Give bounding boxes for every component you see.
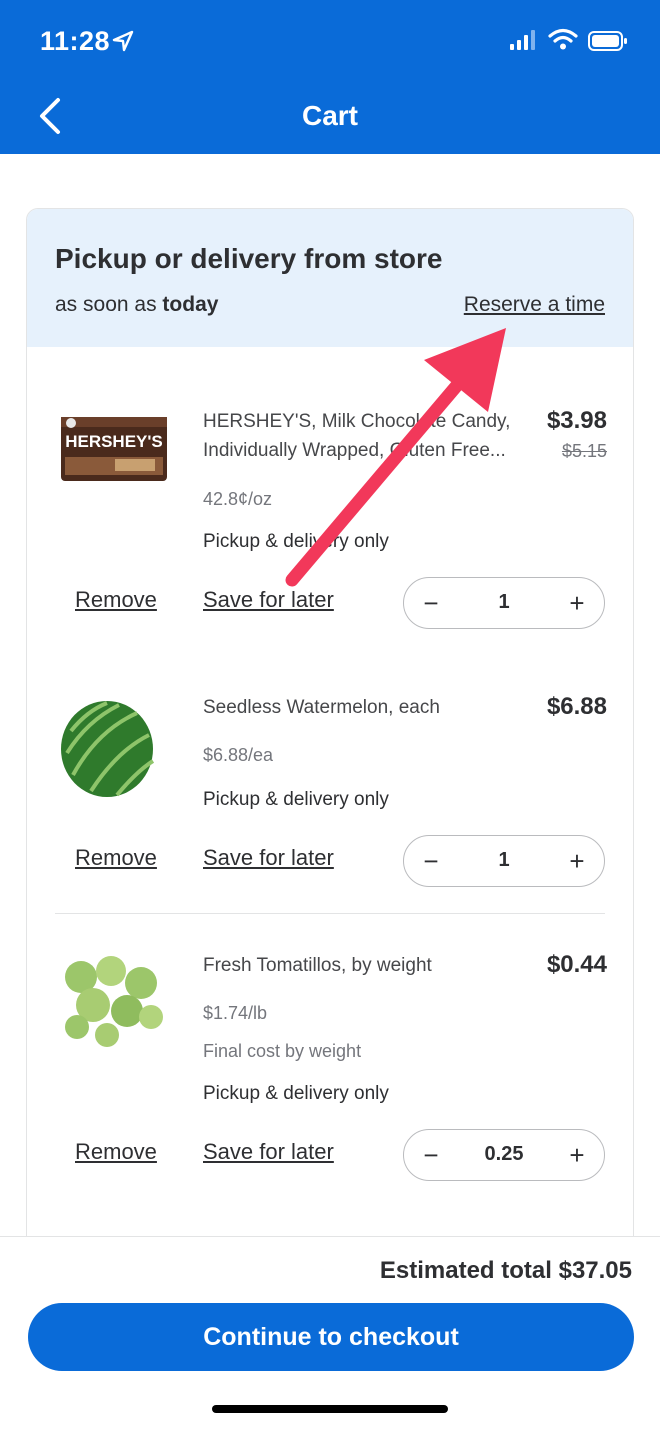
reserve-time-link[interactable]: Reserve a time <box>464 293 605 317</box>
continue-to-checkout-button[interactable]: Continue to checkout <box>28 1303 634 1371</box>
fulfillment-banner: Pickup or delivery from store as soon as… <box>27 209 633 347</box>
item-unit-price: $1.74/lb <box>203 1003 268 1023</box>
item-price: $6.88 <box>546 693 607 720</box>
save-for-later-button[interactable]: Save for later <box>203 845 334 871</box>
cart-item-hersheys: HERSHEY'S HERSHEY'S, Milk Chocolate Cand… <box>27 347 633 647</box>
quantity-stepper: − 1 + <box>403 835 605 887</box>
item-weight-note: Final cost by weight <box>203 1041 362 1061</box>
item-name: HERSHEY'S, Milk Chocolate Candy, Individ… <box>203 411 511 461</box>
cart-item-watermelon: Seedless Watermelon, each $6.88 $6.88/ea… <box>27 647 633 913</box>
battery-icon <box>588 31 627 51</box>
quantity-value: 1 <box>498 849 510 871</box>
tomatillos-product-image <box>65 956 163 1047</box>
availability-text: as soon as today <box>55 293 218 317</box>
increase-quantity-button[interactable]: + <box>560 586 594 620</box>
item-fulfillment: Pickup & delivery only <box>203 531 389 552</box>
page-title: Cart <box>301 100 358 131</box>
decrease-quantity-button[interactable]: − <box>414 586 448 620</box>
quantity-stepper: − 0.25 + <box>403 1129 605 1181</box>
cart-card: Pickup or delivery from store as soon as… <box>26 208 634 1248</box>
cart-item-tomatillos: Fresh Tomatillos, by weight $0.44 $1.74/… <box>27 913 633 1247</box>
item-fulfillment: Pickup & delivery only <box>203 1083 389 1104</box>
save-for-later-button[interactable]: Save for later <box>203 1139 334 1165</box>
item-unit-price: $6.88/ea <box>203 745 274 765</box>
banner-title: Pickup or delivery from store <box>55 243 443 274</box>
item-price: $3.98 <box>546 407 607 434</box>
decrease-quantity-button[interactable]: − <box>414 1138 448 1172</box>
increase-quantity-button[interactable]: + <box>560 844 594 878</box>
product-wordmark: HERSHEY'S <box>65 432 163 451</box>
watermelon-product-image <box>61 701 155 797</box>
increase-quantity-button[interactable]: + <box>560 1138 594 1172</box>
quantity-value: 1 <box>498 591 510 613</box>
checkout-footer: Estimated total $37.05 Continue to check… <box>0 1236 660 1430</box>
item-name: Fresh Tomatillos, by weight <box>203 955 432 976</box>
quantity-value: 0.25 <box>484 1143 524 1165</box>
quantity-stepper: − 1 + <box>403 577 605 629</box>
item-fulfillment: Pickup & delivery only <box>203 789 389 810</box>
estimated-total: Estimated total $37.05 <box>379 1257 632 1284</box>
item-name: Seedless Watermelon, each <box>203 697 440 718</box>
decrease-quantity-button[interactable]: − <box>414 844 448 878</box>
top-app-bar: 11:28 Cart <box>0 0 660 154</box>
save-for-later-button[interactable]: Save for later <box>203 587 334 613</box>
availability-prefix: as soon as <box>55 293 157 316</box>
item-was-price: $5.15 <box>561 441 607 461</box>
location-arrow-icon <box>112 30 134 52</box>
remove-button[interactable]: Remove <box>75 845 157 871</box>
hersheys-product-image: HERSHEY'S <box>61 417 167 481</box>
item-unit-price: 42.8¢/oz <box>203 489 273 509</box>
item-price: $0.44 <box>546 951 607 978</box>
remove-button[interactable]: Remove <box>75 1139 157 1165</box>
remove-button[interactable]: Remove <box>75 587 157 613</box>
availability-day: today <box>162 293 219 316</box>
status-time: 11:28 <box>40 26 111 56</box>
cellular-signal-icon <box>510 30 535 50</box>
wifi-icon <box>548 28 578 50</box>
home-indicator[interactable] <box>212 1405 448 1413</box>
